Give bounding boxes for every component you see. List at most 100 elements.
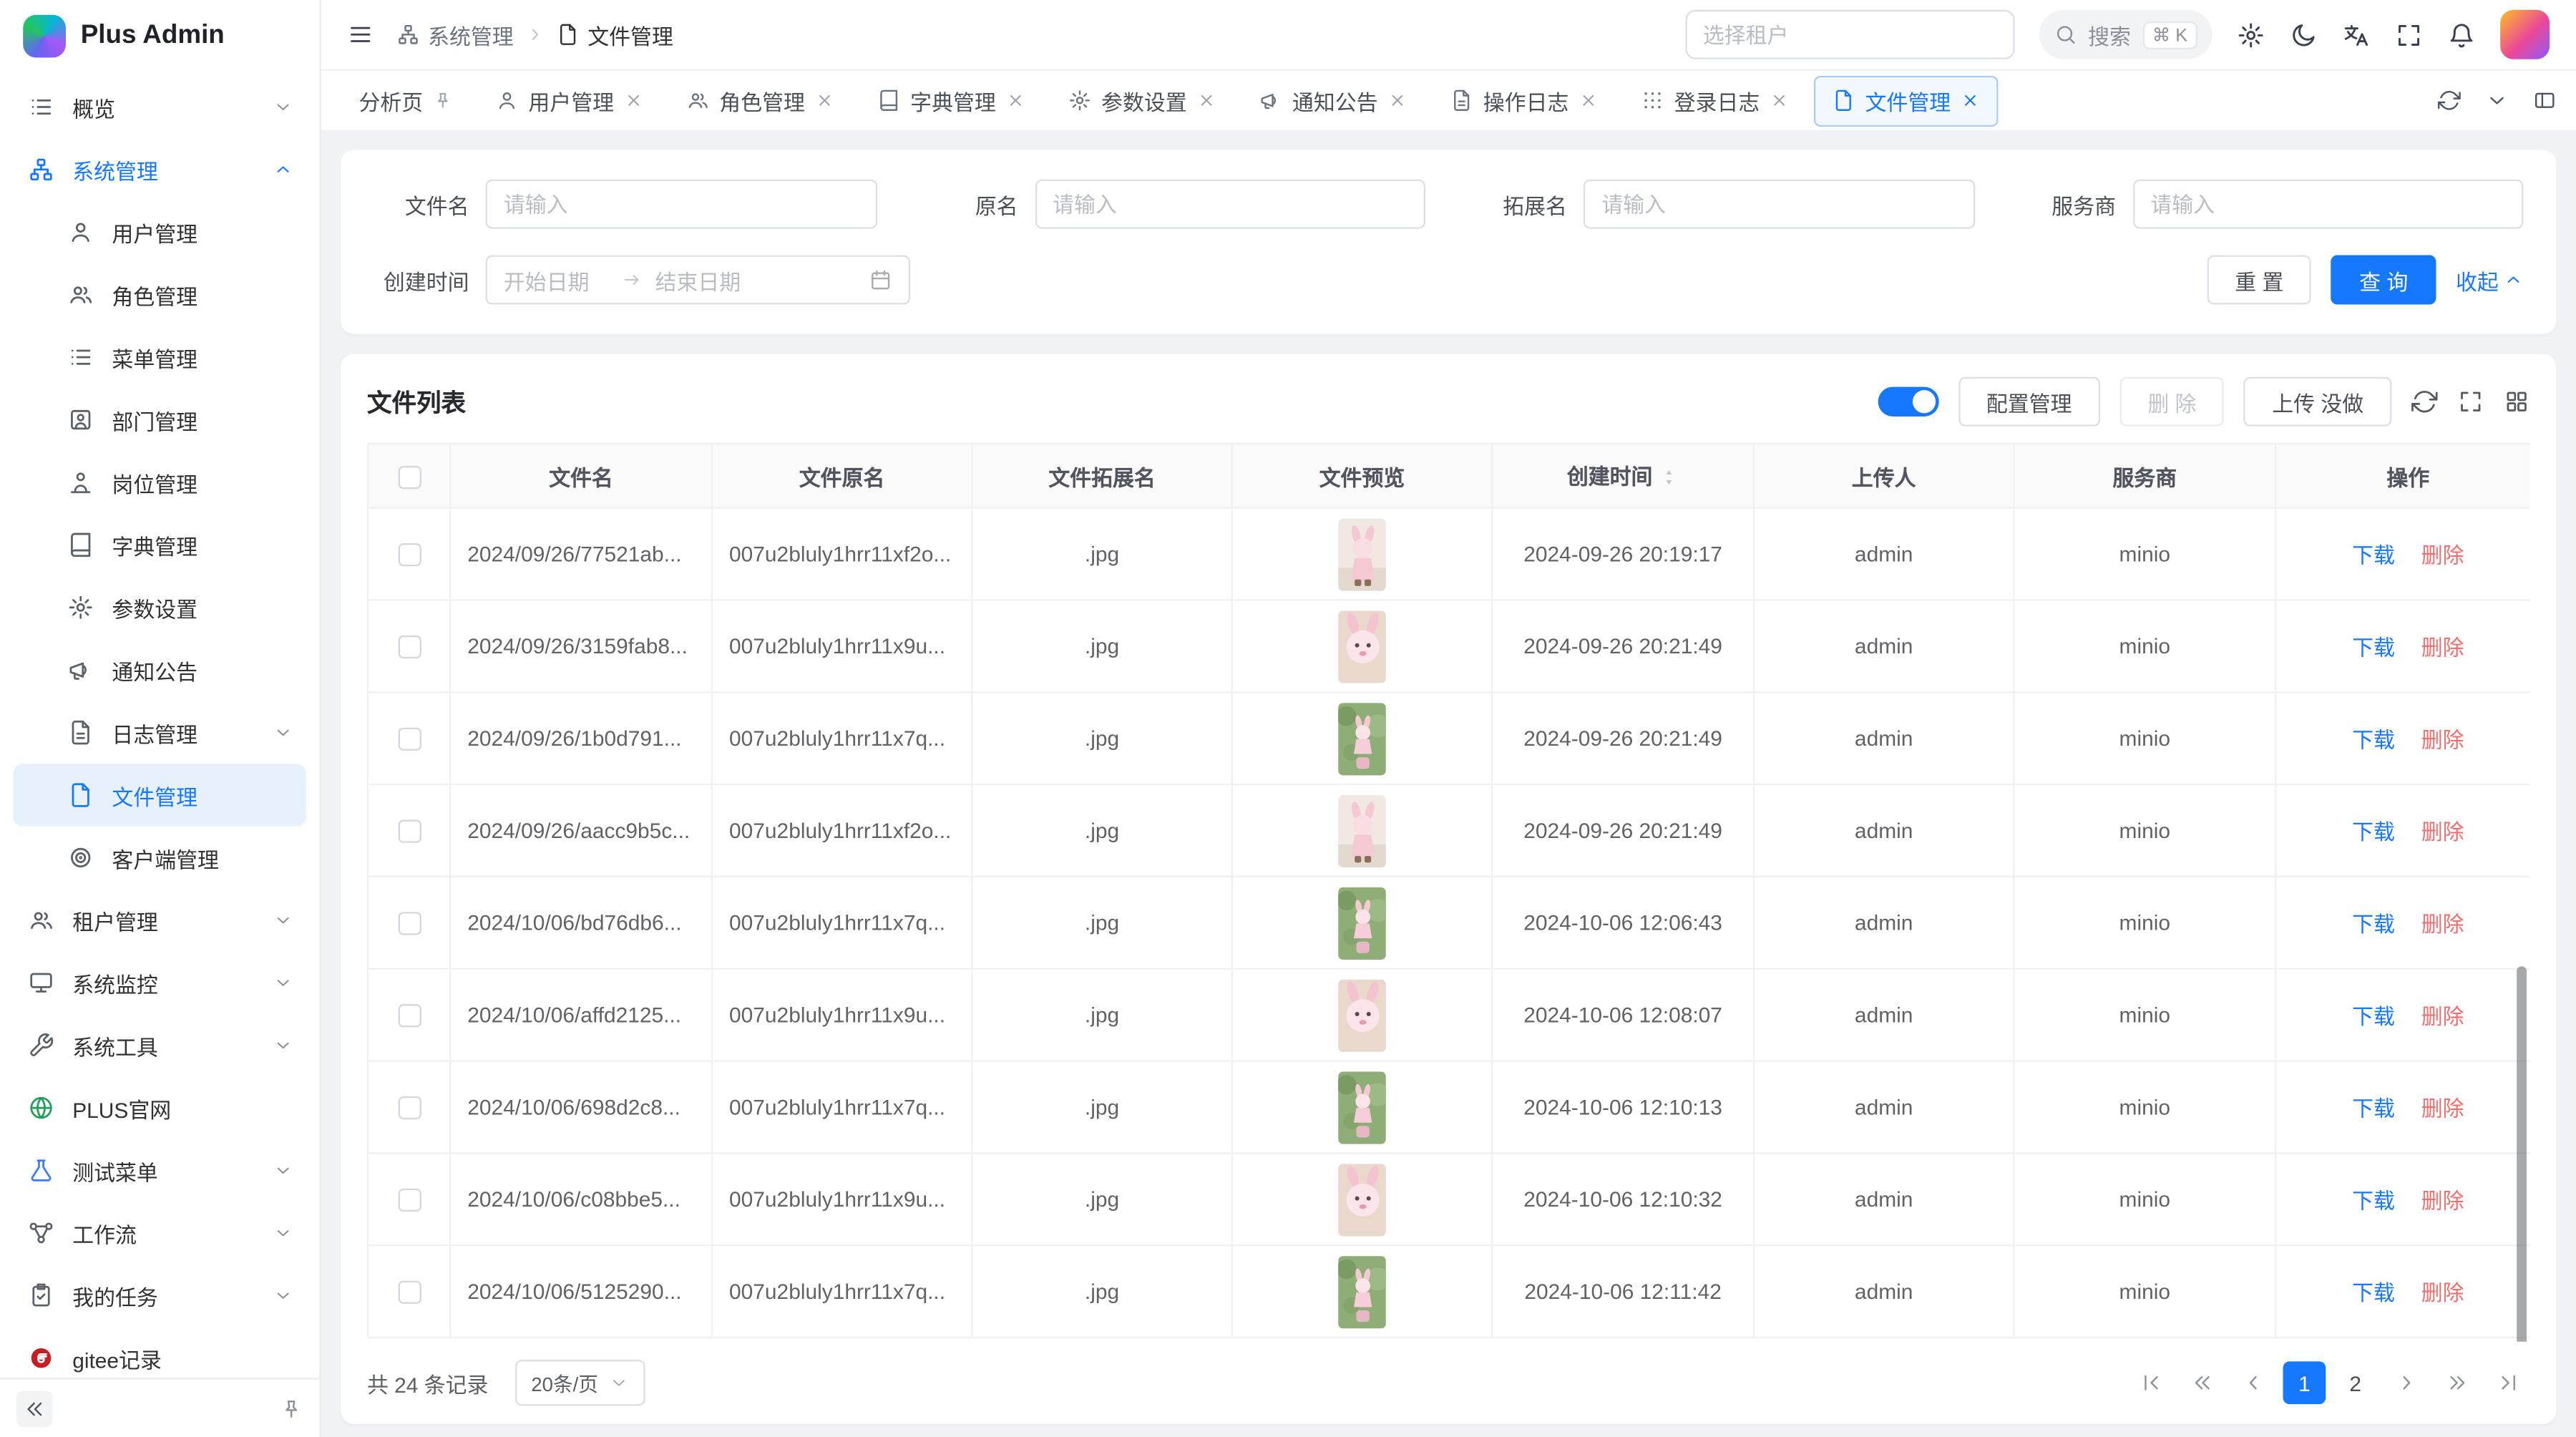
file-preview-image[interactable] bbox=[1338, 887, 1386, 959]
sidebar-item-parameters[interactable]: 参数设置 bbox=[13, 576, 306, 638]
download-link[interactable]: 下载 bbox=[2352, 1281, 2395, 1306]
download-link[interactable]: 下载 bbox=[2352, 1096, 2395, 1121]
file-name-input[interactable] bbox=[486, 180, 877, 229]
file-preview-image[interactable] bbox=[1338, 610, 1386, 682]
download-link[interactable]: 下载 bbox=[2352, 912, 2395, 937]
page-button-2[interactable]: 2 bbox=[2334, 1361, 2377, 1404]
delete-link[interactable]: 删除 bbox=[2421, 1004, 2464, 1029]
tab-users[interactable]: 用户管理 bbox=[477, 75, 662, 126]
close-icon[interactable] bbox=[815, 91, 835, 111]
refresh-tab-icon[interactable] bbox=[2438, 89, 2461, 112]
sidebar-item-test-menu[interactable]: 测试菜单 bbox=[13, 1139, 306, 1202]
delete-link[interactable]: 删除 bbox=[2421, 1189, 2464, 1214]
page-button-1[interactable]: 1 bbox=[2283, 1361, 2326, 1404]
config-manage-button[interactable]: 配置管理 bbox=[1958, 377, 2100, 427]
next-5-pages-button[interactable] bbox=[2436, 1361, 2479, 1404]
download-link[interactable]: 下载 bbox=[2352, 1189, 2395, 1214]
extension-input[interactable] bbox=[1584, 180, 1974, 229]
app-logo[interactable]: Plus Admin bbox=[0, 0, 319, 72]
sidebar-item-monitor[interactable]: 系统监控 bbox=[13, 952, 306, 1014]
layout-columns-icon[interactable] bbox=[2533, 89, 2556, 112]
breadcrumb-item-files[interactable]: 文件管理 bbox=[557, 19, 673, 50]
translate-icon[interactable] bbox=[2342, 21, 2370, 49]
row-checkbox[interactable] bbox=[398, 1005, 421, 1028]
sidebar-item-dictionaries[interactable]: 字典管理 bbox=[13, 514, 306, 576]
file-preview-image[interactable] bbox=[1338, 702, 1386, 774]
download-link[interactable]: 下载 bbox=[2352, 820, 2395, 845]
sidebar-item-system[interactable]: 系统管理 bbox=[13, 138, 306, 200]
prev-5-pages-button[interactable] bbox=[2181, 1361, 2224, 1404]
sidebar-item-plus-site[interactable]: PLUS官网 bbox=[13, 1076, 306, 1139]
sidebar-item-departments[interactable]: 部门管理 bbox=[13, 389, 306, 451]
sidebar-item-tools[interactable]: 系统工具 bbox=[13, 1014, 306, 1076]
sidebar-item-overview[interactable]: 概览 bbox=[13, 76, 306, 138]
breadcrumb-item-system[interactable]: 系统管理 bbox=[396, 19, 513, 50]
column-settings-icon[interactable] bbox=[2504, 389, 2530, 415]
close-icon[interactable] bbox=[624, 91, 644, 111]
sidebar-item-workflow[interactable]: 工作流 bbox=[13, 1202, 306, 1264]
tab-operation-logs[interactable]: 操作日志 bbox=[1432, 75, 1616, 126]
delete-link[interactable]: 删除 bbox=[2421, 543, 2464, 568]
settings-gear-icon[interactable] bbox=[2237, 21, 2265, 49]
tab-files[interactable]: 文件管理 bbox=[1814, 75, 1999, 126]
delete-button[interactable]: 删 除 bbox=[2119, 377, 2224, 427]
row-checkbox[interactable] bbox=[398, 636, 421, 659]
reset-button[interactable]: 重 置 bbox=[2207, 255, 2311, 305]
tab-analysis[interactable]: 分析页 bbox=[341, 75, 471, 126]
sidebar-item-my-tasks[interactable]: 我的任务 bbox=[13, 1265, 306, 1327]
pin-icon[interactable] bbox=[433, 91, 453, 111]
download-link[interactable]: 下载 bbox=[2352, 543, 2395, 568]
close-icon[interactable] bbox=[1387, 91, 1407, 111]
tab-parameters[interactable]: 参数设置 bbox=[1050, 75, 1235, 126]
delete-link[interactable]: 删除 bbox=[2421, 912, 2464, 937]
prev-page-button[interactable] bbox=[2232, 1361, 2275, 1404]
download-link[interactable]: 下载 bbox=[2352, 728, 2395, 753]
row-checkbox[interactable] bbox=[398, 912, 421, 935]
row-checkbox[interactable] bbox=[398, 1189, 421, 1212]
sidebar-item-logs[interactable]: 日志管理 bbox=[13, 701, 306, 764]
collapse-sidebar-button[interactable] bbox=[16, 1390, 53, 1427]
file-preview-image[interactable] bbox=[1338, 979, 1386, 1051]
delete-link[interactable]: 删除 bbox=[2421, 635, 2464, 661]
sidebar-item-notices[interactable]: 通知公告 bbox=[13, 639, 306, 701]
tab-roles[interactable]: 角色管理 bbox=[668, 75, 853, 126]
sidebar-item-tenants[interactable]: 租户管理 bbox=[13, 889, 306, 951]
sidebar-item-positions[interactable]: 岗位管理 bbox=[13, 451, 306, 513]
collapse-filters-link[interactable]: 收起 bbox=[2456, 264, 2523, 296]
download-link[interactable]: 下载 bbox=[2352, 635, 2395, 661]
delete-link[interactable]: 删除 bbox=[2421, 820, 2464, 845]
dark-mode-moon-icon[interactable] bbox=[2290, 21, 2318, 49]
fullscreen-table-icon[interactable] bbox=[2457, 389, 2484, 415]
tab-menu-chevron-icon[interactable] bbox=[2485, 89, 2508, 112]
close-icon[interactable] bbox=[1196, 91, 1216, 111]
tab-dictionaries[interactable]: 字典管理 bbox=[859, 75, 1044, 126]
notification-bell-icon[interactable] bbox=[2448, 21, 2476, 49]
select-all-checkbox[interactable] bbox=[398, 465, 421, 488]
delete-link[interactable]: 删除 bbox=[2421, 1281, 2464, 1306]
upload-button[interactable]: 上传 没做 bbox=[2244, 377, 2391, 427]
next-page-button[interactable] bbox=[2385, 1361, 2428, 1404]
close-icon[interactable] bbox=[1770, 91, 1790, 111]
tenant-select[interactable] bbox=[1685, 10, 2014, 59]
file-preview-image[interactable] bbox=[1338, 1071, 1386, 1143]
pin-icon[interactable] bbox=[280, 1397, 303, 1420]
delete-link[interactable]: 删除 bbox=[2421, 1096, 2464, 1121]
row-checkbox[interactable] bbox=[398, 728, 421, 751]
file-preview-image[interactable] bbox=[1338, 1163, 1386, 1235]
last-page-button[interactable] bbox=[2487, 1361, 2530, 1404]
file-preview-image[interactable] bbox=[1338, 1255, 1386, 1328]
file-preview-image[interactable] bbox=[1338, 517, 1386, 590]
close-icon[interactable] bbox=[1579, 91, 1599, 111]
global-search[interactable]: 搜索 ⌘ K bbox=[2039, 10, 2212, 59]
table-scrollbar[interactable] bbox=[2517, 966, 2527, 1341]
close-icon[interactable] bbox=[1006, 91, 1026, 111]
sidebar-item-clients[interactable]: 客户端管理 bbox=[13, 827, 306, 889]
menu-toggle-icon[interactable] bbox=[347, 21, 374, 48]
provider-input[interactable] bbox=[2132, 180, 2523, 229]
first-page-button[interactable] bbox=[2130, 1361, 2173, 1404]
sidebar-item-menus[interactable]: 菜单管理 bbox=[13, 326, 306, 388]
tab-notices[interactable]: 通知公告 bbox=[1241, 75, 1426, 126]
file-preview-image[interactable] bbox=[1338, 794, 1386, 867]
user-avatar[interactable] bbox=[2500, 10, 2550, 59]
sidebar-item-users[interactable]: 用户管理 bbox=[13, 201, 306, 263]
